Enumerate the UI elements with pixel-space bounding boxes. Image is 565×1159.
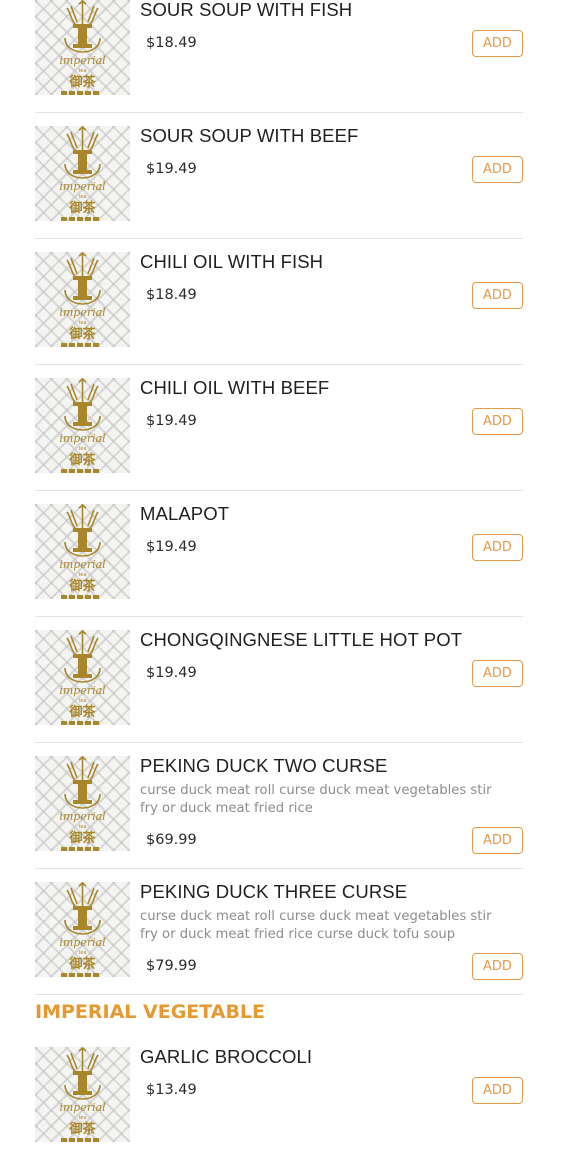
item-name: PEKING DUCK TWO CURSE — [140, 755, 388, 776]
add-button[interactable]: ADD — [472, 408, 523, 435]
add-button[interactable]: ADD — [472, 660, 523, 687]
item-name: PEKING DUCK THREE CURSE — [140, 881, 408, 902]
menu-item: imperial tea 御茶 PEKING DUCK TWO CURSE cu… — [35, 743, 523, 869]
logo-sub-text: tea — [78, 1115, 86, 1121]
logo-chinese-text: 御茶 — [68, 326, 96, 342]
logo-sub-text: tea — [78, 950, 86, 956]
item-name: MALAPOT — [140, 503, 230, 524]
logo-script-text: imperial — [59, 810, 106, 823]
imperial-tea-logo-icon: imperial tea 御茶 — [59, 126, 106, 221]
logo-chinese-text: 御茶 — [68, 200, 96, 216]
menu-item: imperial tea 御茶 PEKING DUCK THREE CURSE … — [35, 869, 523, 995]
item-thumbnail: imperial tea 御茶 — [35, 756, 130, 851]
logo-sub-text: tea — [78, 698, 86, 704]
imperial-tea-logo-icon: imperial tea 御茶 — [59, 756, 106, 851]
imperial-tea-logo-icon: imperial tea 御茶 — [59, 0, 106, 95]
logo-chinese-text: 御茶 — [68, 74, 96, 90]
logo-script-text: imperial — [59, 54, 106, 67]
menu-item: imperial tea 御茶 MALAPOT $19.49 ADD — [35, 491, 523, 617]
logo-script-text: imperial — [59, 432, 106, 445]
item-info: SOUR SOUP WITH FISH $18.49 — [140, 0, 523, 52]
item-info: GARLIC BROCCOLI $13.49 — [140, 1034, 523, 1099]
menu-item: imperial tea 御茶 CHILI OIL WITH BEEF $19.… — [35, 365, 523, 491]
menu-item: imperial tea 御茶 CHILI OIL WITH FISH $18.… — [35, 239, 523, 365]
imperial-tea-logo-icon: imperial tea 御茶 — [59, 252, 106, 347]
logo-chinese-text: 御茶 — [68, 830, 96, 846]
item-name: CHILI OIL WITH FISH — [140, 251, 324, 272]
logo-sub-text: tea — [78, 446, 86, 452]
item-price: $13.49 — [146, 1082, 197, 1098]
item-name: SOUR SOUP WITH BEEF — [140, 125, 359, 146]
logo-chinese-text: 御茶 — [68, 956, 96, 972]
item-info: PEKING DUCK THREE CURSE curse duck meat … — [140, 869, 523, 975]
item-thumbnail: imperial tea 御茶 — [35, 0, 130, 95]
imperial-tea-logo-icon: imperial tea 御茶 — [59, 882, 106, 977]
item-thumbnail: imperial tea 御茶 — [35, 252, 130, 347]
add-button[interactable]: ADD — [472, 953, 523, 980]
item-price: $69.99 — [146, 832, 197, 848]
logo-sub-text: tea — [78, 824, 86, 830]
logo-chinese-text: 御茶 — [68, 578, 96, 594]
item-name: GARLIC BROCCOLI — [140, 1046, 313, 1067]
item-price: $19.49 — [146, 539, 197, 555]
logo-script-text: imperial — [59, 180, 106, 193]
logo-chinese-text: 御茶 — [68, 704, 96, 720]
item-price: $19.49 — [146, 161, 197, 177]
imperial-tea-logo-icon: imperial tea 御茶 — [59, 630, 106, 725]
item-price: $19.49 — [146, 665, 197, 681]
item-info: SOUR SOUP WITH BEEF $19.49 — [140, 113, 523, 178]
menu-item: imperial tea 御茶 CHONGQINGNESE LITTLE HOT… — [35, 617, 523, 743]
add-button[interactable]: ADD — [472, 282, 523, 309]
menu-list: imperial tea 御茶 SOUR SOUP WITH FISH $18.… — [0, 0, 565, 1159]
add-button[interactable]: ADD — [472, 156, 523, 183]
logo-sub-text: tea — [78, 68, 86, 74]
item-thumbnail: imperial tea 御茶 — [35, 1047, 130, 1142]
add-button[interactable]: ADD — [472, 30, 523, 57]
item-price: $18.49 — [146, 35, 197, 51]
section-title: IMPERIAL VEGETABLE — [35, 1001, 266, 1023]
logo-script-text: imperial — [59, 306, 106, 319]
logo-sub-text: tea — [78, 320, 86, 326]
item-info: MALAPOT $19.49 — [140, 491, 523, 556]
logo-chinese-text: 御茶 — [68, 452, 96, 468]
item-price: $19.49 — [146, 413, 197, 429]
item-info: CHILI OIL WITH FISH $18.49 — [140, 239, 523, 304]
menu-item: imperial tea 御茶 GARLIC BROCCOLI $13.49 A… — [35, 1034, 523, 1159]
logo-script-text: imperial — [59, 558, 106, 571]
logo-sub-text: tea — [78, 572, 86, 578]
menu-item: imperial tea 御茶 SOUR SOUP WITH BEEF $19.… — [35, 113, 523, 239]
item-thumbnail: imperial tea 御茶 — [35, 504, 130, 599]
imperial-tea-logo-icon: imperial tea 御茶 — [59, 1047, 106, 1142]
item-price: $79.99 — [146, 958, 197, 974]
item-price: $18.49 — [146, 287, 197, 303]
add-button[interactable]: ADD — [472, 827, 523, 854]
add-button[interactable]: ADD — [472, 534, 523, 561]
menu-item: imperial tea 御茶 SOUR SOUP WITH FISH $18.… — [35, 0, 523, 113]
add-button[interactable]: ADD — [472, 1077, 523, 1104]
item-info: PEKING DUCK TWO CURSE curse duck meat ro… — [140, 743, 523, 849]
imperial-tea-logo-icon: imperial tea 御茶 — [59, 378, 106, 473]
menu-group: imperial tea 御茶 GARLIC BROCCOLI $13.49 A… — [0, 1034, 565, 1159]
menu-group: imperial tea 御茶 SOUR SOUP WITH FISH $18.… — [0, 0, 565, 995]
item-description: curse duck meat roll curse duck meat veg… — [140, 909, 492, 942]
item-info: CHILI OIL WITH BEEF $19.49 — [140, 365, 523, 430]
item-thumbnail: imperial tea 御茶 — [35, 126, 130, 221]
item-name: SOUR SOUP WITH FISH — [140, 0, 353, 20]
logo-chinese-text: 御茶 — [68, 1121, 96, 1137]
item-thumbnail: imperial tea 御茶 — [35, 378, 130, 473]
logo-script-text: imperial — [59, 684, 106, 697]
item-name: CHILI OIL WITH BEEF — [140, 377, 330, 398]
logo-sub-text: tea — [78, 194, 86, 200]
item-thumbnail: imperial tea 御茶 — [35, 630, 130, 725]
imperial-tea-logo-icon: imperial tea 御茶 — [59, 504, 106, 599]
item-thumbnail: imperial tea 御茶 — [35, 882, 130, 977]
logo-script-text: imperial — [59, 936, 106, 949]
item-info: CHONGQINGNESE LITTLE HOT POT $19.49 — [140, 617, 523, 682]
item-name: CHONGQINGNESE LITTLE HOT POT — [140, 629, 463, 650]
item-description: curse duck meat roll curse duck meat veg… — [140, 783, 492, 816]
